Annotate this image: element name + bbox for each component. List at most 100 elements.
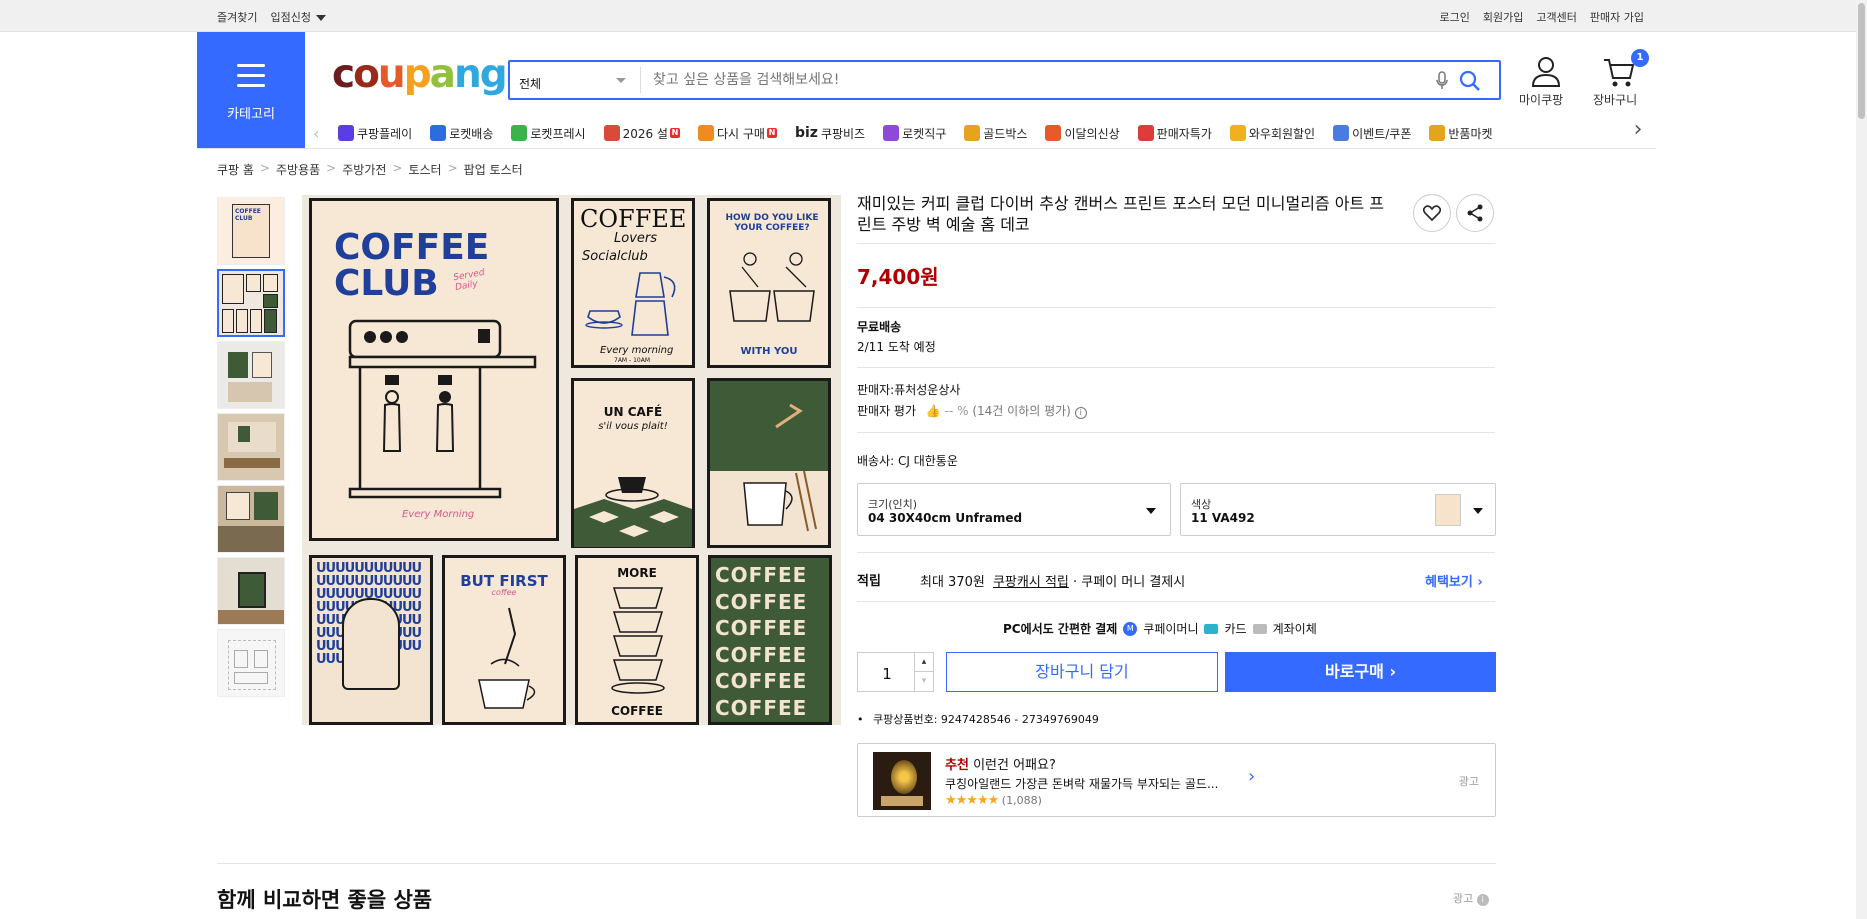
- coupang-cash-link[interactable]: 쿠팡캐시 적립: [993, 575, 1069, 590]
- gnav-item[interactable]: 2026 설N: [603, 125, 680, 142]
- ad-label: 광고: [1458, 775, 1479, 788]
- customer-center-link[interactable]: 고객센터: [1536, 9, 1576, 25]
- gnav-item[interactable]: 와우회원할인: [1229, 125, 1316, 142]
- divider: [857, 243, 1495, 244]
- new-badge-icon: N: [669, 128, 680, 138]
- gnav-item[interactable]: 로켓직구: [883, 125, 946, 142]
- gnav-item[interactable]: 골드박스: [964, 125, 1027, 142]
- gnav-item-label: 판매자특가: [1156, 126, 1212, 141]
- thumbnail[interactable]: [217, 413, 285, 481]
- gnav-item-icon: [603, 125, 620, 141]
- gnav-item[interactable]: 로켓배송: [430, 125, 493, 142]
- info-icon[interactable]: i: [1074, 407, 1087, 419]
- stacked-cups-illustration: [611, 587, 665, 694]
- breadcrumb-item[interactable]: 주방가전: [342, 161, 386, 178]
- user-icon: [1529, 56, 1563, 91]
- poster-title: COFFEE: [580, 205, 687, 233]
- signup-link[interactable]: 회원가입: [1483, 9, 1523, 25]
- chevron-right-icon: ›: [1477, 575, 1483, 590]
- recommend-reviews: (1,088): [1001, 794, 1042, 807]
- quantity-decrease[interactable]: ▾: [915, 672, 933, 690]
- repeat-text-line: COFFEE: [715, 669, 808, 693]
- cart-button[interactable]: 장바구니: [1593, 56, 1637, 108]
- bookmark-link[interactable]: 즐겨찾기: [217, 9, 257, 25]
- gnav-item[interactable]: biz 쿠팡비즈: [795, 125, 865, 142]
- benefit-link[interactable]: 혜택보기 ›: [1425, 571, 1483, 590]
- gnav-item[interactable]: 이벤트/쿠폰: [1333, 125, 1411, 142]
- thumbnail[interactable]: [217, 341, 285, 409]
- gnav-item-label: 와우회원할인: [1248, 126, 1316, 141]
- thumbnail[interactable]: [217, 629, 285, 697]
- product-title: 재미있는 커피 클럽 다이버 추상 캔버스 프린트 포스터 모던 미니멀리즘 아…: [857, 194, 1384, 234]
- gnav-item-icon: [697, 125, 714, 141]
- quantity-increase[interactable]: ▴: [915, 653, 933, 672]
- buy-now-button[interactable]: 바로구매 ›: [1225, 652, 1496, 692]
- search-input[interactable]: [641, 62, 1435, 98]
- seller-signup-link[interactable]: 판매자 가입: [1590, 9, 1644, 25]
- scrollbar-thumb[interactable]: [1858, 3, 1865, 119]
- microphone-icon[interactable]: [1435, 71, 1459, 98]
- breadcrumb-item[interactable]: 토스터: [408, 161, 441, 178]
- chevron-down-icon: [616, 78, 626, 83]
- page-scrollbar[interactable]: [1856, 0, 1867, 919]
- thumbnail[interactable]: [217, 485, 285, 553]
- chevron-down-icon: [1146, 508, 1156, 514]
- gnav-item[interactable]: 로켓프레시: [511, 125, 586, 142]
- add-to-cart-button[interactable]: 장바구니 담기: [946, 652, 1218, 692]
- gnav-item[interactable]: 판매자특가: [1137, 125, 1212, 142]
- gnav-item-label: 로켓프레시: [530, 126, 586, 141]
- seller-name: 판매자:퓨처성운상사: [857, 383, 961, 397]
- cups-illustration: [729, 252, 815, 322]
- thumbnail[interactable]: COFFEE CLUB: [217, 197, 285, 265]
- coupang-logo[interactable]: coupang: [332, 52, 508, 97]
- gnav-item[interactable]: 반품마켓: [1429, 125, 1493, 142]
- poster-footer: COFFEE: [611, 704, 663, 718]
- divider: [857, 552, 1495, 553]
- gnav-item-label: 골드박스: [983, 126, 1028, 141]
- reward-amount: 최대 370원: [920, 575, 985, 590]
- search-icon[interactable]: [1459, 70, 1499, 98]
- cart-label: 장바구니: [1593, 93, 1638, 107]
- login-link[interactable]: 로그인: [1440, 9, 1470, 25]
- poster-green-pour: [707, 378, 831, 548]
- color-option-select[interactable]: 색상 11 VA492: [1180, 483, 1496, 536]
- coupay-money-icon: M: [1123, 621, 1138, 636]
- section-ad-text: 광고: [1453, 892, 1474, 905]
- product-main-image[interactable]: COFFEE CLUB Served Daily Every Morning C…: [302, 195, 841, 725]
- new-badge-icon: N: [766, 128, 777, 138]
- category-button[interactable]: 카테고리: [197, 32, 305, 148]
- pay-card-label: 카드: [1224, 622, 1247, 636]
- wishlist-button[interactable]: [1413, 194, 1451, 232]
- gnav-next-arrow[interactable]: ›: [1628, 118, 1648, 144]
- my-coupang-button[interactable]: 마이쿠팡: [1519, 56, 1563, 108]
- cup-shape: [342, 598, 400, 690]
- thumbnail-selected[interactable]: [217, 269, 285, 337]
- breadcrumb-item[interactable]: 팝업 토스터: [464, 161, 523, 178]
- size-option-select[interactable]: 크기(인치) 04 30X40cm Unframed: [857, 483, 1171, 536]
- gnav-prev-arrow[interactable]: ‹: [313, 124, 319, 143]
- star-rating-icon: ★★★★★: [945, 793, 999, 808]
- shipping-label: 무료배송: [857, 320, 902, 334]
- quantity-value[interactable]: 1: [858, 665, 916, 683]
- search-scope-select[interactable]: 전체: [510, 62, 640, 98]
- gnav-item[interactable]: 다시 구매 N: [697, 125, 777, 142]
- repeat-text-line: COFFEE: [715, 642, 808, 667]
- gnav-item-icon: [511, 125, 528, 141]
- carrier-info: 배송사: CJ 대한통운: [857, 454, 958, 468]
- seller-rating-note: (14건 이하의 평가): [972, 404, 1071, 418]
- breadcrumb-item[interactable]: 주방용품: [276, 161, 320, 178]
- share-button[interactable]: [1456, 194, 1494, 232]
- search-bar: 전체: [508, 60, 1501, 100]
- info-icon[interactable]: i: [1476, 894, 1489, 906]
- poster-but-first: BUT FIRST coffee: [442, 555, 566, 725]
- recommend-ad-card[interactable]: 추천 이런건 어패요? 쿠칭아일랜드 가장큰 돈벼락 재물가득 부자되는 골드.…: [857, 743, 1496, 817]
- chevron-right-icon[interactable]: ›: [1248, 766, 1255, 787]
- breadcrumb-item[interactable]: 쿠팡 홈: [217, 161, 254, 178]
- partner-apply-link[interactable]: 입점신청: [270, 9, 326, 25]
- pay-title: PC에서도 간편한 결제: [1003, 622, 1118, 636]
- seller-rating-value: -- %: [944, 404, 969, 418]
- thumbnail[interactable]: [217, 557, 285, 625]
- cafe-cup-illustration: [574, 477, 692, 547]
- gnav-item[interactable]: 쿠팡플레이: [338, 125, 412, 142]
- gnav-item[interactable]: 이달의신상: [1045, 125, 1120, 142]
